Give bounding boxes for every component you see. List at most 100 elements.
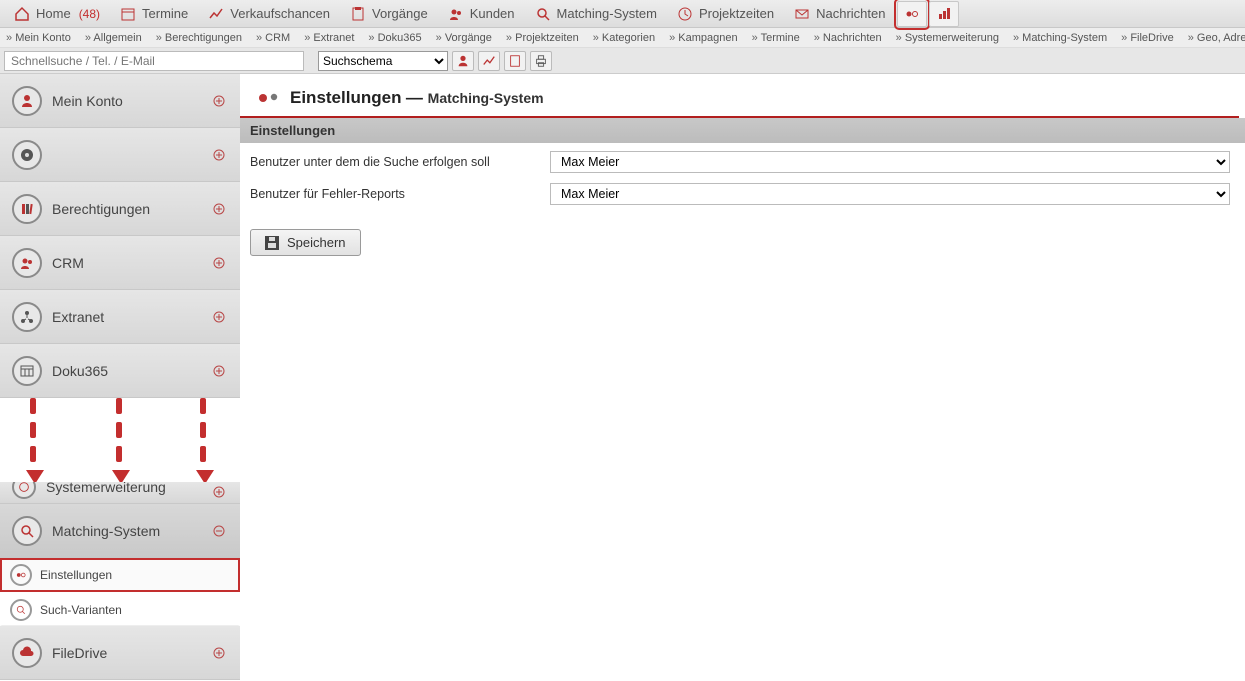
expand-icon bbox=[212, 364, 226, 378]
sidebar-group-crm[interactable]: CRM bbox=[0, 236, 240, 290]
expand-icon bbox=[212, 202, 226, 216]
nav-kunden[interactable]: Kunden bbox=[438, 0, 525, 28]
users-icon bbox=[12, 248, 42, 278]
sidebar-label: Matching-System bbox=[52, 523, 160, 539]
sidebar-label: Berechtigungen bbox=[52, 201, 150, 217]
save-button[interactable]: Speichern bbox=[250, 229, 361, 256]
expand-icon bbox=[212, 94, 226, 108]
sidebar-label: Extranet bbox=[52, 309, 104, 325]
calendar-icon bbox=[120, 6, 136, 22]
subnav-item[interactable]: Termine bbox=[752, 32, 800, 44]
expand-icon bbox=[212, 646, 226, 660]
settings-form: Benutzer unter dem die Suche erfolgen so… bbox=[240, 143, 1245, 276]
subnav-item[interactable]: Nachrichten bbox=[814, 32, 882, 44]
sidebar-group-matching-system[interactable]: Matching-System bbox=[0, 504, 240, 558]
sidebar-label: Doku365 bbox=[52, 363, 108, 379]
sidebar-sub-such-varianten[interactable]: Such-Varianten bbox=[0, 592, 240, 626]
nav-label: Termine bbox=[142, 6, 188, 21]
subnav-item[interactable]: Berechtigungen bbox=[156, 32, 242, 44]
dots-icon bbox=[10, 564, 32, 586]
subnav-item[interactable]: Doku365 bbox=[368, 32, 421, 44]
clipboard-icon bbox=[508, 54, 522, 68]
nav-iconbutton-matching[interactable] bbox=[897, 1, 927, 27]
subnav-item[interactable]: Systemerweiterung bbox=[896, 32, 999, 44]
printer-icon bbox=[534, 54, 548, 68]
expand-icon bbox=[212, 256, 226, 270]
expand-icon bbox=[212, 310, 226, 324]
search-user-select[interactable]: Max Meier bbox=[550, 151, 1230, 173]
sidebar-label: CRM bbox=[52, 255, 84, 271]
sidebar-ellipsis-gap bbox=[0, 398, 240, 482]
dots-icon bbox=[904, 6, 920, 22]
subnav-item[interactable]: Kategorien bbox=[593, 32, 655, 44]
magnifier-icon bbox=[10, 599, 32, 621]
toolbar: Suchschema bbox=[0, 48, 1245, 74]
sidebar-sub-einstellungen[interactable]: Einstellungen bbox=[0, 558, 240, 592]
top-nav: Home (48) Termine Verkaufschancen Vorgän… bbox=[0, 0, 1245, 28]
subnav-item[interactable]: Extranet bbox=[304, 32, 354, 44]
form-row-error-user: Benutzer für Fehler-Reports Max Meier bbox=[250, 183, 1235, 205]
nav-label: Matching-System bbox=[557, 6, 657, 21]
save-icon bbox=[265, 236, 279, 250]
subnav-item[interactable]: Projektzeiten bbox=[506, 32, 579, 44]
subnav-item[interactable]: Vorgänge bbox=[436, 32, 492, 44]
nav-matching[interactable]: Matching-System bbox=[525, 0, 667, 28]
sidebar-label: FileDrive bbox=[52, 645, 107, 661]
nav-label: Nachrichten bbox=[816, 6, 885, 21]
nav-iconbutton-stats[interactable] bbox=[929, 1, 959, 27]
error-user-select[interactable]: Max Meier bbox=[550, 183, 1230, 205]
sidebar-group-allgemein[interactable] bbox=[0, 128, 240, 182]
nav-projektzeiten[interactable]: Projektzeiten bbox=[667, 0, 784, 28]
page-title-main: Einstellungen bbox=[290, 88, 401, 107]
toolbar-chart-button[interactable] bbox=[478, 51, 500, 71]
collapse-icon bbox=[212, 524, 226, 538]
clipboard-icon bbox=[350, 6, 366, 22]
sidebar-group-berechtigungen[interactable]: Berechtigungen bbox=[0, 182, 240, 236]
sidebar-group-mein-konto[interactable]: Mein Konto bbox=[0, 74, 240, 128]
cloud-icon bbox=[12, 638, 42, 668]
subnav-item[interactable]: Geo, Adressen bbox=[1188, 32, 1245, 44]
form-label: Benutzer unter dem die Suche erfolgen so… bbox=[250, 155, 550, 169]
sidebar-group-extranet[interactable]: Extranet bbox=[0, 290, 240, 344]
subnav-item[interactable]: Mein Konto bbox=[6, 32, 71, 44]
page-title-sub: Matching-System bbox=[428, 90, 544, 106]
nav-vorgaenge[interactable]: Vorgänge bbox=[340, 0, 438, 28]
nav-verkaufschancen[interactable]: Verkaufschancen bbox=[198, 0, 340, 28]
bar-chart-icon bbox=[936, 6, 952, 22]
nav-home[interactable]: Home (48) bbox=[4, 0, 110, 28]
save-button-label: Speichern bbox=[287, 235, 346, 250]
sidebar-label: Mein Konto bbox=[52, 93, 123, 109]
quicksearch-input[interactable] bbox=[4, 51, 304, 71]
subnav-item[interactable]: Allgemein bbox=[85, 32, 142, 44]
calendar-grid-icon bbox=[12, 356, 42, 386]
form-label: Benutzer für Fehler-Reports bbox=[250, 187, 550, 201]
search-schema-select[interactable]: Suchschema bbox=[318, 51, 448, 71]
nav-label: Verkaufschancen bbox=[230, 6, 330, 21]
nav-nachrichten[interactable]: Nachrichten bbox=[784, 0, 895, 28]
network-icon bbox=[12, 302, 42, 332]
toolbar-printer-button[interactable] bbox=[530, 51, 552, 71]
disc-icon bbox=[12, 140, 42, 170]
nav-home-badge: (48) bbox=[79, 7, 100, 21]
sidebar-group-systemerweiterung[interactable]: Systemerweiterung bbox=[0, 482, 240, 504]
sidebar-group-doku365[interactable]: Doku365 bbox=[0, 344, 240, 398]
toolbar-clipboard-button[interactable] bbox=[504, 51, 526, 71]
sidebar-group-filedrive[interactable]: FileDrive bbox=[0, 626, 240, 680]
toolbar-user-button[interactable] bbox=[452, 51, 474, 71]
subnav-item[interactable]: FileDrive bbox=[1121, 32, 1174, 44]
nav-termine[interactable]: Termine bbox=[110, 0, 198, 28]
clock-icon bbox=[677, 6, 693, 22]
users-icon bbox=[448, 6, 464, 22]
subnav-item[interactable]: CRM bbox=[256, 32, 290, 44]
sidebar: Mein Konto Berechtigungen bbox=[0, 74, 240, 681]
chart-icon bbox=[482, 54, 496, 68]
sidebar-label: Systemerweiterung bbox=[46, 482, 166, 495]
subnav-item[interactable]: Kampagnen bbox=[669, 32, 738, 44]
nav-label: Home bbox=[36, 6, 71, 21]
nav-label: Projektzeiten bbox=[699, 6, 774, 21]
section-heading: Einstellungen bbox=[240, 118, 1245, 143]
subnav-item[interactable]: Matching-System bbox=[1013, 32, 1107, 44]
search-icon bbox=[535, 6, 551, 22]
expand-icon bbox=[212, 485, 226, 499]
user-circle-icon bbox=[12, 86, 42, 116]
